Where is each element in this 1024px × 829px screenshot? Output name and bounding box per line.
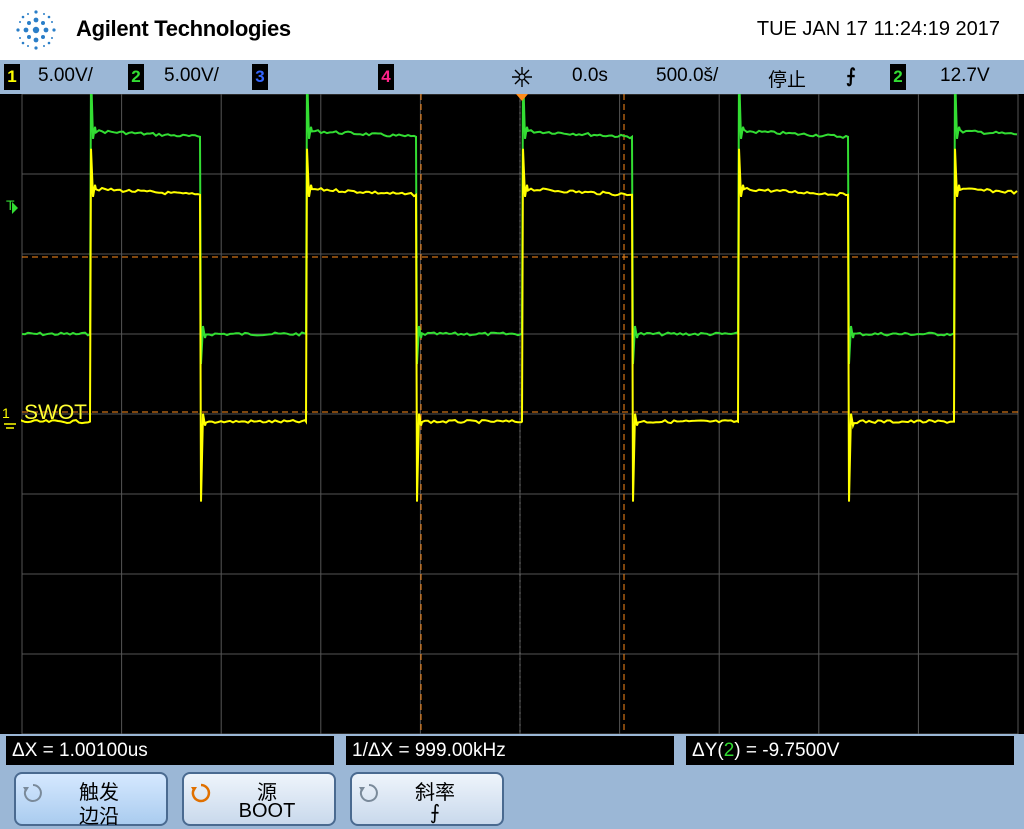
- delta-y-channel: 2: [723, 740, 735, 761]
- ch2-scale: 5.00V/: [164, 65, 219, 86]
- softkey-trigger-slope[interactable]: 斜率 ⨍: [350, 772, 504, 826]
- softkey-trigger-mode[interactable]: 触发 边沿: [14, 772, 168, 828]
- softkey-trigger-mode-value: 边沿: [79, 806, 119, 828]
- inverse-delta-x-readout: 1/ΔX = 999.00kHz: [346, 736, 674, 765]
- ch1-scale: 5.00V/: [38, 65, 93, 86]
- run-state: 停止: [768, 70, 807, 91]
- trigger-level-arrow: [12, 202, 18, 214]
- ch2-label: SWOT: [24, 401, 87, 424]
- delta-y-value: ) = -9.7500V: [734, 740, 840, 761]
- sunburst-icon: [512, 67, 532, 87]
- softkey-trigger-source[interactable]: 源 BOOT: [182, 772, 336, 826]
- softkey-trigger-slope-value: ⨍: [429, 802, 441, 824]
- agilent-spark-icon: [16, 10, 56, 50]
- ch3-indicator[interactable]: 3: [252, 64, 268, 90]
- ch1-ground-marker[interactable]: 1: [2, 405, 10, 421]
- delta-x-readout: ΔX = 1.00100us: [6, 736, 334, 765]
- trigger-level: 12.7V: [940, 65, 990, 86]
- brand-name: Agilent Technologies: [76, 16, 291, 41]
- time-delay: 0.0s: [572, 65, 608, 86]
- delta-y-readout: ΔY(2) = -9.7500V: [686, 736, 1014, 765]
- header: Agilent Technologies TUE JAN 17 11:24:19…: [0, 0, 1024, 60]
- ch4-indicator[interactable]: 4: [378, 64, 394, 90]
- trigger-source-indicator[interactable]: 2: [890, 64, 906, 90]
- delta-y-prefix: ΔY(: [692, 740, 724, 761]
- waveform-canvas: T 1 SWOT: [2, 94, 1019, 734]
- trigger-position-marker[interactable]: [516, 94, 528, 101]
- status-bar: 1 5.00V/ 2 5.00V/ 3 4 0.0s 500.0š/ 停止 ⨍ …: [0, 60, 1024, 94]
- softkey-trigger-source-value: BOOT: [238, 800, 296, 822]
- measurement-bar: ΔX = 1.00100us 1/ΔX = 999.00kHz ΔY(2) = …: [0, 734, 1024, 829]
- ch1-indicator[interactable]: 1: [4, 64, 20, 90]
- trigger-edge-icon: ⨍: [846, 66, 856, 87]
- ch2-indicator[interactable]: 2: [128, 64, 144, 90]
- time-scale: 500.0š/: [656, 65, 719, 86]
- waveform-display[interactable]: T 1 SWOT: [0, 94, 1024, 734]
- date-time: TUE JAN 17 11:24:19 2017: [756, 18, 1000, 40]
- graticule: [21, 94, 1019, 734]
